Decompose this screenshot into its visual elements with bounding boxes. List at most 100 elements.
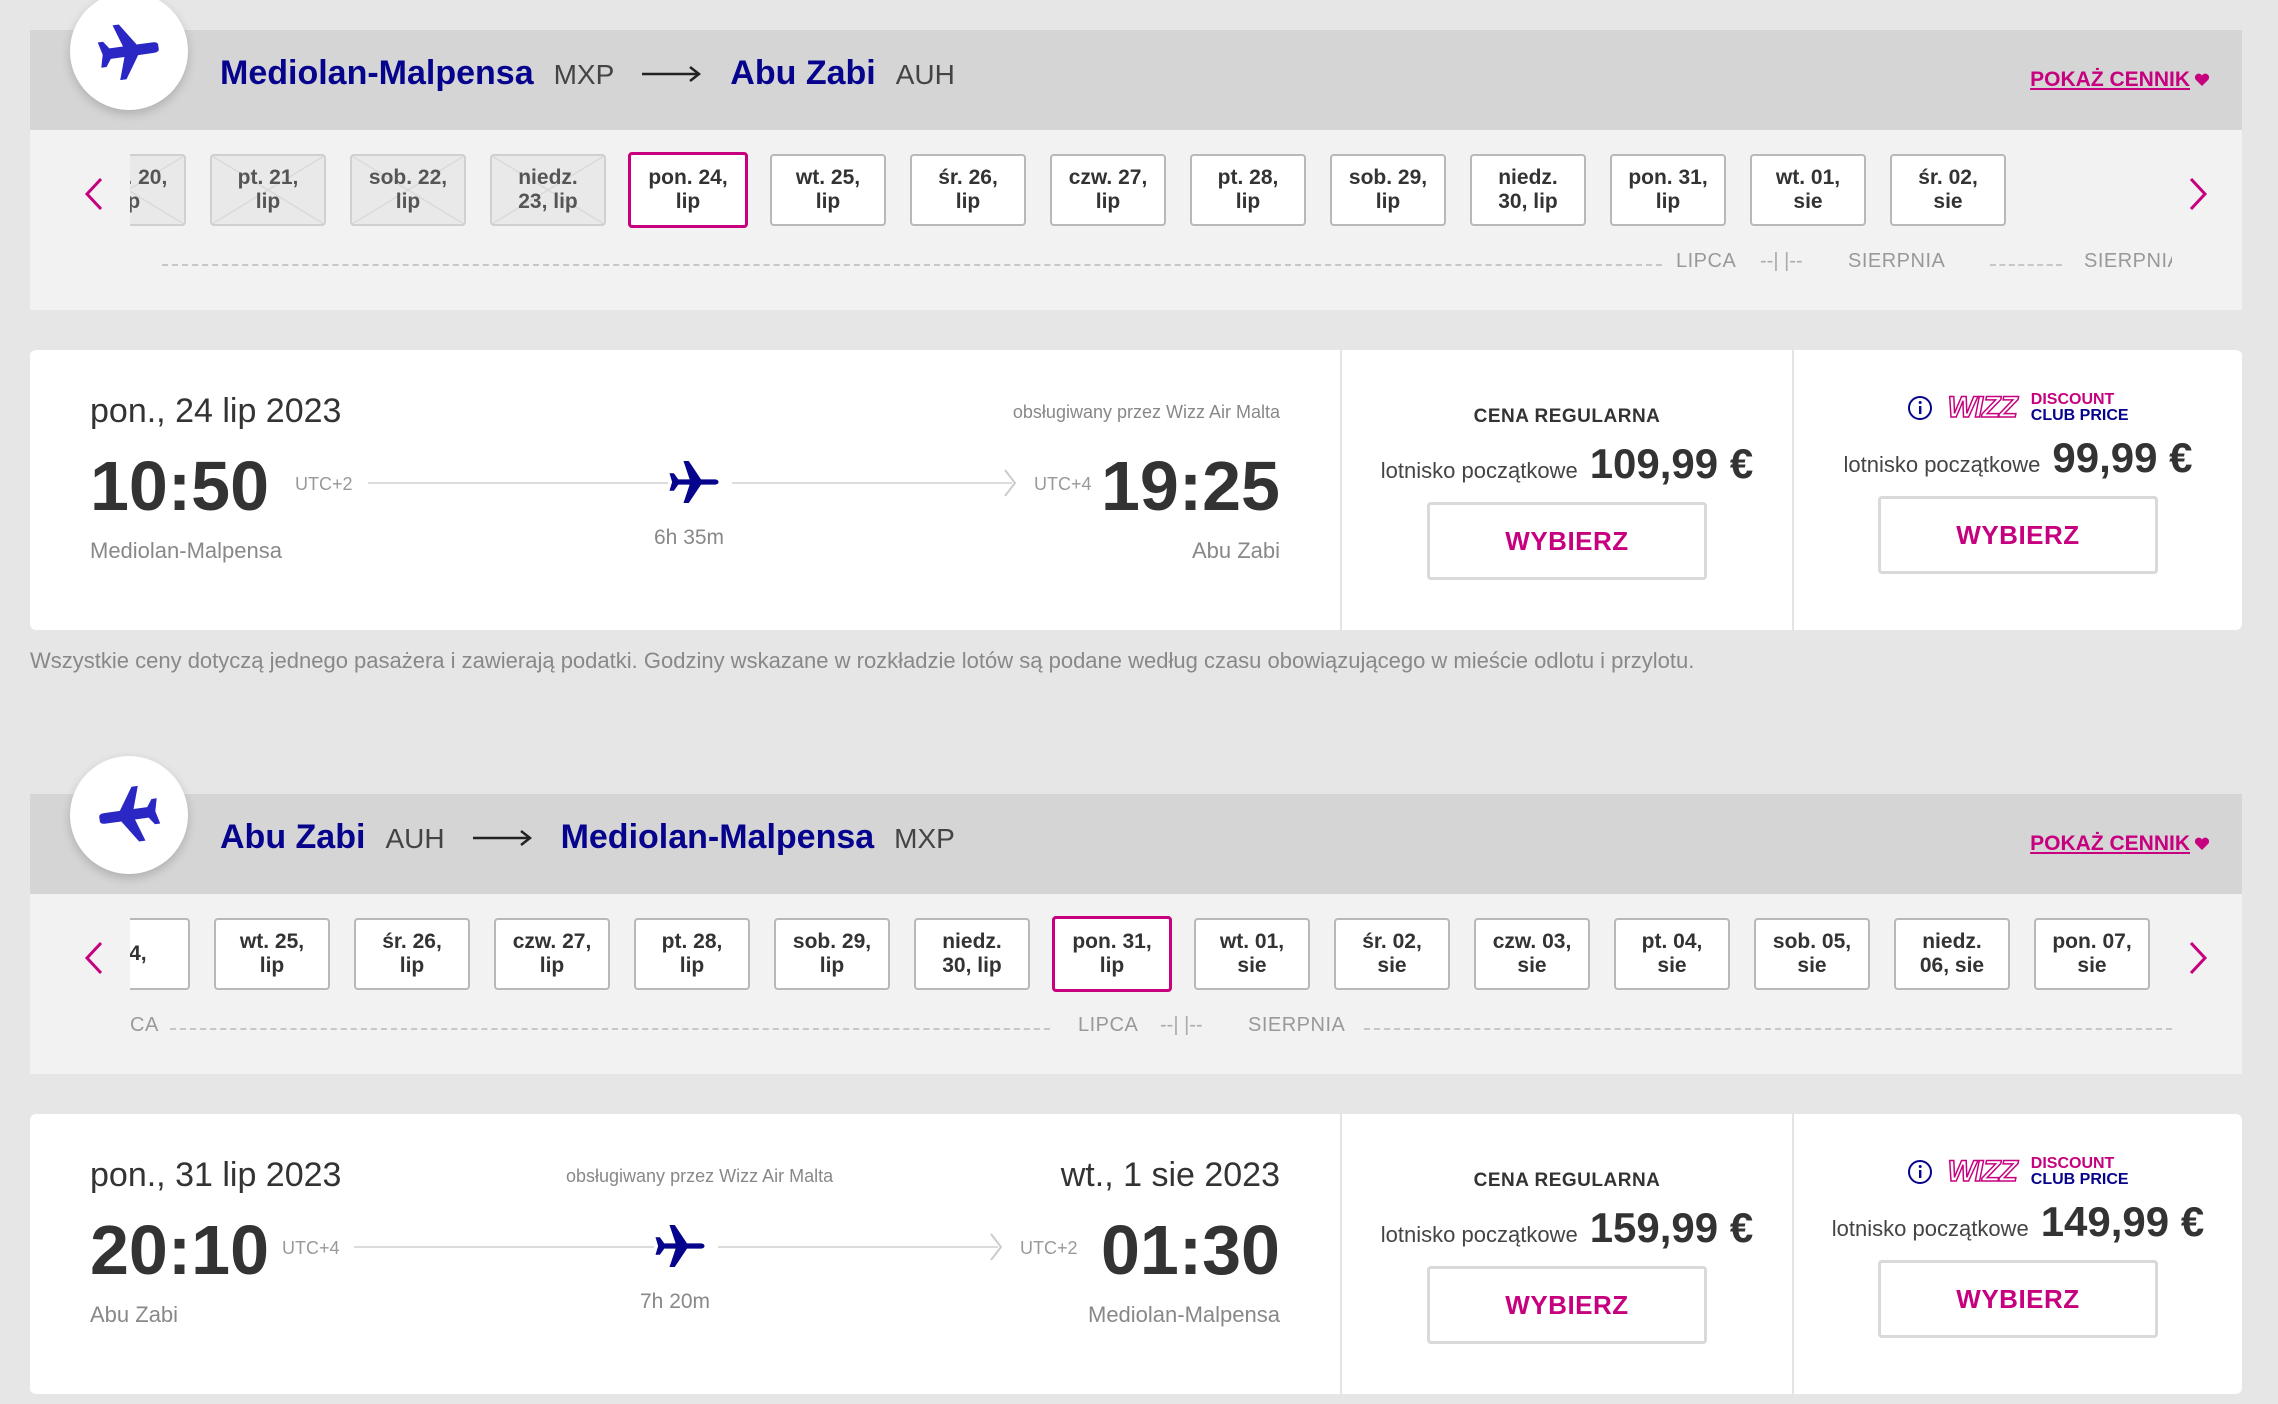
outbound-departure-utc: UTC+2 [295, 474, 353, 494]
outbound-departure-time: 10:50 [90, 447, 270, 525]
info-icon[interactable] [1907, 1159, 1933, 1185]
outbound-departure-date: pon., 24 lip 2023 [90, 392, 342, 430]
date-chip[interactable]: niedz. 06, sie [1894, 918, 2010, 990]
show-price-label: POKAŻ CENNIK [2030, 68, 2190, 91]
inbound-path-line-right [718, 1246, 998, 1248]
date-chip[interactable]: sob. 22, lip [350, 154, 466, 226]
outbound-regular-select-button[interactable]: WYBIERZ [1427, 502, 1707, 580]
inbound-date-strip: 24, wt. 25, lip śr. 26, lip czw. 27, lip pt.… [30, 894, 2242, 1074]
outbound-from-code: MXP [553, 59, 615, 90]
inbound-club-price: WIZZ DISCOUNT CLUB PRICE lotnisko początk… [1792, 1114, 2242, 1394]
discount-club-text: DISCOUNT CLUB PRICE [2030, 1155, 2129, 1188]
date-chip[interactable]: sob. 29, lip [774, 918, 890, 990]
outbound-flight-info: pon., 24 lip 2023 obsługiwany przez Wizz… [30, 350, 1340, 630]
month-divider-line [1364, 1028, 2172, 1030]
month-label: LIPCA [1676, 250, 1737, 272]
date-chip[interactable]: wt. 01, sie [1194, 918, 1310, 990]
inbound-route-title: Abu Zabi AUH Mediolan-Malpensa MXP [220, 818, 983, 857]
outbound-arrival-time: 19:25 [1100, 447, 1280, 525]
date-chip[interactable]: niedz. 30, lip [914, 918, 1030, 990]
inbound-regular-price: CENA REGULARNA lotnisko początkowe 159,9… [1340, 1114, 1792, 1394]
regular-price-value: 159,99 € [1589, 1204, 1754, 1251]
outbound-regular-price: CENA REGULARNA lotnisko początkowe 109,9… [1340, 350, 1792, 630]
inbound-from-code: AUH [385, 823, 445, 854]
club-price-sub: lotnisko początkowe [1843, 452, 2041, 477]
month-divider-line [1990, 264, 2062, 266]
inbound-show-price-link[interactable]: POKAŻ CENNIK [2030, 832, 2210, 856]
date-chip[interactable]: śr. 26, lip [910, 154, 1026, 226]
date-chip[interactable]: śr. 02, sie [1334, 918, 1450, 990]
inbound-departure-time: 20:10 [90, 1211, 270, 1289]
month-label: CA [130, 1014, 159, 1036]
route-arrow-icon [642, 65, 702, 82]
month-label: LIPCA [1078, 1014, 1139, 1036]
outbound-club-price: WIZZ DISCOUNT CLUB PRICE lotnisko początk… [1792, 350, 2242, 630]
inbound-from-city: Abu Zabi [220, 818, 366, 856]
inbound-regular-select-button[interactable]: WYBIERZ [1427, 1266, 1707, 1344]
inbound-next-dates-button[interactable] [2178, 938, 2218, 978]
month-label: SIERPNIA [1848, 250, 1946, 272]
outbound-to-code: AUH [895, 59, 955, 90]
outbound-dates-list: czw. 20, lip pt. 21, lip sob. 22, lip niedz… [130, 130, 2172, 310]
outbound-flight-plane-icon [669, 461, 719, 503]
outbound-duration: 6h 35m [654, 526, 725, 549]
price-note: Wszystkie ceny dotyczą jednego pasażera … [30, 648, 1695, 673]
date-chip[interactable]: pon. 07, sie [2034, 918, 2150, 990]
inbound-to-code: MXP [894, 823, 955, 854]
month-divider-line [170, 1028, 1050, 1030]
regular-price-sub: lotnisko początkowe [1380, 1222, 1578, 1247]
inbound-departure-place: Abu Zabi [90, 1302, 179, 1327]
chevron-left-icon [84, 177, 103, 211]
date-chip[interactable]: sob. 29, lip [1330, 154, 1446, 226]
date-chip[interactable]: pon. 24, lip [628, 152, 748, 228]
outbound-departure-place: Mediolan-Malpensa [90, 538, 282, 563]
wizz-logo: WIZZ [1947, 1154, 2019, 1189]
date-chip[interactable]: pt. 21, lip [210, 154, 326, 226]
heart-icon [2194, 837, 2210, 850]
date-chip[interactable]: 24, [130, 918, 190, 990]
route-arrow-icon [472, 829, 532, 846]
date-chip[interactable]: pt. 04, sie [1614, 918, 1730, 990]
date-chip[interactable]: wt. 01, sie [1750, 154, 1866, 226]
chevron-right-icon [2189, 177, 2208, 211]
inbound-to-city: Mediolan-Malpensa [560, 818, 875, 856]
date-chip[interactable]: pon. 31, lip [1052, 916, 1172, 992]
inbound-flight-card: pon., 31 lip 2023 obsługiwany przez Wizz… [30, 1114, 2242, 1394]
inbound-arrival-place: Mediolan-Malpensa [1088, 1302, 1280, 1327]
date-chip[interactable]: wt. 25, lip [214, 918, 330, 990]
month-label: SIERPNIA [1248, 1014, 1346, 1036]
date-chip[interactable]: pon. 31, lip [1610, 154, 1726, 226]
regular-price-value: 109,99 € [1589, 440, 1754, 487]
date-chip[interactable]: niedz. 30, lip [1470, 154, 1586, 226]
outbound-route-title: Mediolan-Malpensa MXP Abu Zabi AUH [220, 54, 983, 93]
info-icon[interactable] [1907, 395, 1933, 421]
plane-icon [97, 24, 159, 81]
inbound-route-header: Abu Zabi AUH Mediolan-Malpensa MXP POKAŻ… [30, 794, 2242, 894]
club-price-value: 149,99 € [2040, 1198, 2205, 1245]
date-chip[interactable]: czw. 20, lip [130, 154, 186, 226]
date-chip[interactable]: czw. 03, sie [1474, 918, 1590, 990]
date-chip[interactable]: czw. 27, lip [494, 918, 610, 990]
date-chip[interactable]: śr. 26, lip [354, 918, 470, 990]
date-chip[interactable]: pt. 28, lip [634, 918, 750, 990]
outbound-next-dates-button[interactable] [2178, 174, 2218, 214]
inbound-departure-date: pon., 31 lip 2023 [90, 1156, 342, 1194]
date-chip[interactable]: pt. 28, lip [1190, 154, 1306, 226]
date-chip[interactable]: śr. 02, sie [1890, 154, 2006, 226]
outbound-arrival-place: Abu Zabi [1191, 538, 1280, 563]
outbound-club-select-button[interactable]: WYBIERZ [1878, 496, 2158, 574]
heart-icon [2194, 73, 2210, 86]
date-chip[interactable]: sob. 05, sie [1754, 918, 1870, 990]
month-separator: --| |-- [1760, 250, 1803, 272]
regular-price-label: CENA REGULARNA [1473, 406, 1661, 427]
inbound-club-select-button[interactable]: WYBIERZ [1878, 1260, 2158, 1338]
outbound-date-strip: czw. 20, lip pt. 21, lip sob. 22, lip niedz… [30, 130, 2242, 310]
inbound-prev-dates-button[interactable] [74, 938, 114, 978]
wdc-logo-row: WIZZ DISCOUNT CLUB PRICE [1907, 1152, 2129, 1192]
outbound-operated-by: obsługiwany przez Wizz Air Malta [1012, 402, 1280, 422]
date-chip[interactable]: czw. 27, lip [1050, 154, 1166, 226]
outbound-show-price-link[interactable]: POKAŻ CENNIK [2030, 68, 2210, 92]
date-chip[interactable]: wt. 25, lip [770, 154, 886, 226]
outbound-prev-dates-button[interactable] [74, 174, 114, 214]
date-chip[interactable]: niedz. 23, lip [490, 154, 606, 226]
